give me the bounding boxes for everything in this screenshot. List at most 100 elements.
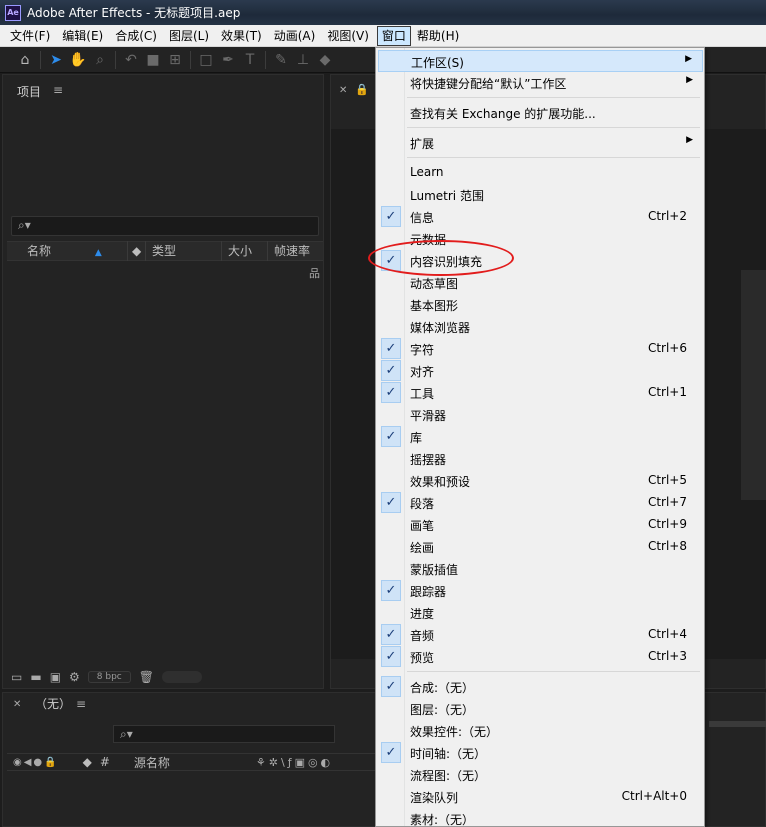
menu-0[interactable]: 文件(F)	[4, 26, 56, 46]
timeline-search-input[interactable]: ⌕▾	[113, 725, 335, 743]
menu-item-label: Lumetri 范围	[410, 189, 484, 203]
selection-tool-icon[interactable]: ➤	[45, 50, 67, 70]
menu-item[interactable]: Lumetri 范围	[378, 184, 703, 206]
menu-item[interactable]: 蒙版插值	[378, 558, 703, 580]
menu-item[interactable]: 媒体浏览器	[378, 316, 703, 338]
menu-item[interactable]: 平滑器	[378, 404, 703, 426]
column-source-name[interactable]: 源名称	[134, 754, 170, 771]
menu-item-label: 基本图形	[410, 299, 459, 313]
project-panel-title[interactable]: 项目	[17, 83, 41, 100]
menu-item[interactable]: ✓ 预览 Ctrl+3	[378, 646, 703, 668]
menu-5[interactable]: 动画(A)	[268, 26, 322, 46]
menu-item[interactable]: 查找有关 Exchange 的扩展功能...	[378, 102, 703, 124]
camera-tool-icon[interactable]: ■	[142, 50, 164, 70]
panel-menu-icon[interactable]: ≡	[53, 83, 63, 97]
menu-item[interactable]: 绘画 Ctrl+8	[378, 536, 703, 558]
panel-menu-icon[interactable]: ≡	[76, 697, 86, 711]
menu-item[interactable]: ✓ 库	[378, 426, 703, 448]
menu-item[interactable]: 画笔 Ctrl+9	[378, 514, 703, 536]
project-footer: ▭ ▬ ▣ ⚙ 8 bpc 🗑	[7, 668, 325, 686]
home-icon[interactable]: ⌂	[14, 50, 36, 70]
menu-item[interactable]: 渲染队列 Ctrl+Alt+0	[378, 786, 703, 808]
submenu-arrow-icon: ▶	[685, 54, 692, 64]
close-icon[interactable]: ✕	[13, 699, 21, 710]
label-tag-icon[interactable]: ◆	[127, 241, 145, 261]
label-tag-icon[interactable]: ◆	[83, 755, 92, 769]
bit-depth-button[interactable]: 8 bpc	[87, 671, 131, 683]
rectangle-tool-icon[interactable]: □	[195, 50, 217, 70]
project-settings-icon[interactable]: ⚙	[69, 670, 80, 684]
lock-icon[interactable]: 🔒	[355, 83, 369, 96]
timeline-title[interactable]: （无）	[35, 695, 71, 712]
menu-item[interactable]: 扩展 ▶	[378, 132, 703, 154]
type-tool-icon[interactable]: T	[239, 50, 261, 70]
visibility-audio-solo-lock-icons[interactable]: ◉◀●🔒	[7, 757, 59, 768]
menu-item[interactable]: 将快捷键分配给“默认”工作区 ▶	[378, 72, 703, 94]
menu-3[interactable]: 图层(L)	[163, 26, 215, 46]
clone-stamp-tool-icon[interactable]: ⊥	[292, 50, 314, 70]
new-folder-icon[interactable]: ▬	[30, 670, 41, 684]
menu-item-label: 流程图:（无）	[410, 769, 487, 783]
menu-1[interactable]: 编辑(E)	[56, 26, 109, 46]
menu-item[interactable]: 素材:（无）	[378, 808, 703, 827]
menu-item[interactable]: ✓ 工具 Ctrl+1	[378, 382, 703, 404]
menu-item[interactable]: 工作区(S) ▶	[378, 50, 703, 72]
menu-item-label: 跟踪器	[410, 585, 447, 599]
menu-item[interactable]: ✓ 信息 Ctrl+2	[378, 206, 703, 228]
flowchart-icon[interactable]: 品	[309, 265, 320, 281]
hand-tool-icon[interactable]: ✋	[67, 50, 89, 70]
menu-item[interactable]: ✓ 跟踪器	[378, 580, 703, 602]
timeline-zoom-bar[interactable]	[709, 721, 766, 727]
project-search-input[interactable]: ⌕▾	[11, 216, 319, 236]
menu-item-shortcut: Ctrl+3	[647, 649, 687, 663]
close-icon[interactable]: ✕	[339, 85, 347, 96]
menu-item[interactable]: Learn	[378, 162, 703, 184]
menu-6[interactable]: 视图(V)	[321, 26, 375, 46]
menu-item[interactable]: 流程图:（无）	[378, 764, 703, 786]
pan-behind-tool-icon[interactable]: ⊞	[164, 50, 186, 70]
submenu-arrow-icon: ▶	[686, 75, 693, 85]
menu-item[interactable]: ✓ 音频 Ctrl+4	[378, 624, 703, 646]
menu-item[interactable]: ✓ 对齐	[378, 360, 703, 382]
menu-separator	[407, 671, 700, 672]
pen-tool-icon[interactable]: ✒	[217, 50, 239, 70]
menu-item[interactable]: ✓ 合成:（无）	[378, 676, 703, 698]
layer-switches-icons[interactable]: ⚘✲\ƒ▣◎◐	[256, 756, 333, 769]
column-type[interactable]: 类型	[145, 241, 221, 261]
menu-8[interactable]: 帮助(H)	[411, 26, 465, 46]
menu-item[interactable]: ✓ 段落 Ctrl+7	[378, 492, 703, 514]
new-composition-icon[interactable]: ▣	[50, 670, 61, 684]
timeline-column-header: ◉◀●🔒 ◆ # 源名称 ⚘✲\ƒ▣◎◐	[7, 753, 377, 771]
checkmark-icon: ✓	[381, 206, 401, 227]
checkmark-icon: ✓	[381, 646, 401, 667]
menu-item[interactable]: ✓ 时间轴:（无）	[378, 742, 703, 764]
column-frame-rate[interactable]: 帧速率	[267, 241, 323, 261]
checkmark-icon: ✓	[381, 492, 401, 513]
menu-2[interactable]: 合成(C)	[109, 26, 163, 46]
menu-item-label: 工作区(S)	[411, 56, 464, 70]
search-icon: ⌕▾	[120, 727, 133, 741]
menu-item[interactable]: 效果控件:（无）	[378, 720, 703, 742]
title-bar: Ae Adobe After Effects - 无标题项目.aep	[0, 0, 766, 25]
composition-side-panel	[741, 270, 766, 500]
rotate-tool-icon[interactable]: ↶	[120, 50, 142, 70]
menu-item[interactable]: ✓ 字符 Ctrl+6	[378, 338, 703, 360]
menu-4[interactable]: 效果(T)	[215, 26, 268, 46]
menu-item[interactable]: 图层:（无）	[378, 698, 703, 720]
menu-item-shortcut: Ctrl+6	[647, 341, 687, 355]
column-size[interactable]: 大小	[221, 241, 267, 261]
menu-item[interactable]: 摇摆器	[378, 448, 703, 470]
menu-item[interactable]: 效果和预设 Ctrl+5	[378, 470, 703, 492]
zoom-tool-icon[interactable]: ⌕	[89, 50, 111, 70]
interpret-footage-icon[interactable]: ▭	[11, 670, 22, 684]
menu-item-label: 库	[410, 431, 423, 445]
menu-7[interactable]: 窗口	[376, 25, 411, 46]
column-name[interactable]: 名称 ▲	[7, 241, 127, 261]
eraser-tool-icon[interactable]: ◆	[314, 50, 336, 70]
footer-slider[interactable]	[162, 671, 202, 683]
delete-icon[interactable]: 🗑	[139, 670, 154, 684]
menu-item[interactable]: 基本图形	[378, 294, 703, 316]
checkmark-icon: ✓	[381, 426, 401, 447]
menu-item[interactable]: 进度	[378, 602, 703, 624]
brush-tool-icon[interactable]: ✎	[270, 50, 292, 70]
